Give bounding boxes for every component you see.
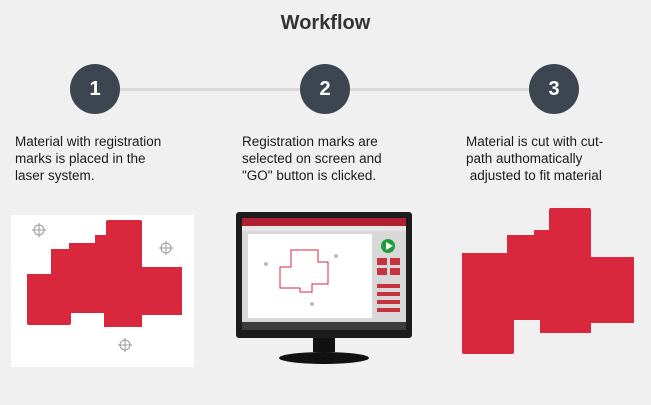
material-sheet-illustration [27,220,182,352]
cut-material-image [454,205,637,360]
page-title: Workflow [280,12,371,34]
cut-material-illustration [462,208,634,354]
step-1-badge: 1 [70,64,120,114]
step-2-line-2: selected on screen and [242,151,382,166]
monitor-icon [236,212,416,370]
cut-material-shape [462,208,634,354]
step-2-line-1: Registration marks are [242,134,378,149]
monitor-screen-illustration [236,212,412,364]
material-shape [27,220,182,327]
step-2-line-3: "GO" button is clicked. [242,168,377,183]
registration-mark-icon [118,338,132,352]
step-3-description: Material is cut with cut- path authomati… [466,133,603,184]
step-1-line-1: Material with registration [15,134,162,149]
step-3-line-2: path authomatically [466,151,583,166]
step-3-line-3: adjusted to fit material [466,168,602,183]
step-3-badge: 3 [529,64,579,114]
step-1-line-2: marks is placed in the [15,151,146,166]
step-1-line-3: laser system. [15,168,95,183]
registration-mark-icon [159,241,173,255]
step-3-line-1: Material is cut with cut- [466,134,604,149]
step-2-badge: 2 [300,64,350,114]
material-with-marks-image [11,215,194,367]
registration-mark-icon [32,223,46,237]
step-1-description: Material with registration marks is plac… [15,133,161,184]
step-2-description: Registration marks are selected on scree… [242,133,382,184]
